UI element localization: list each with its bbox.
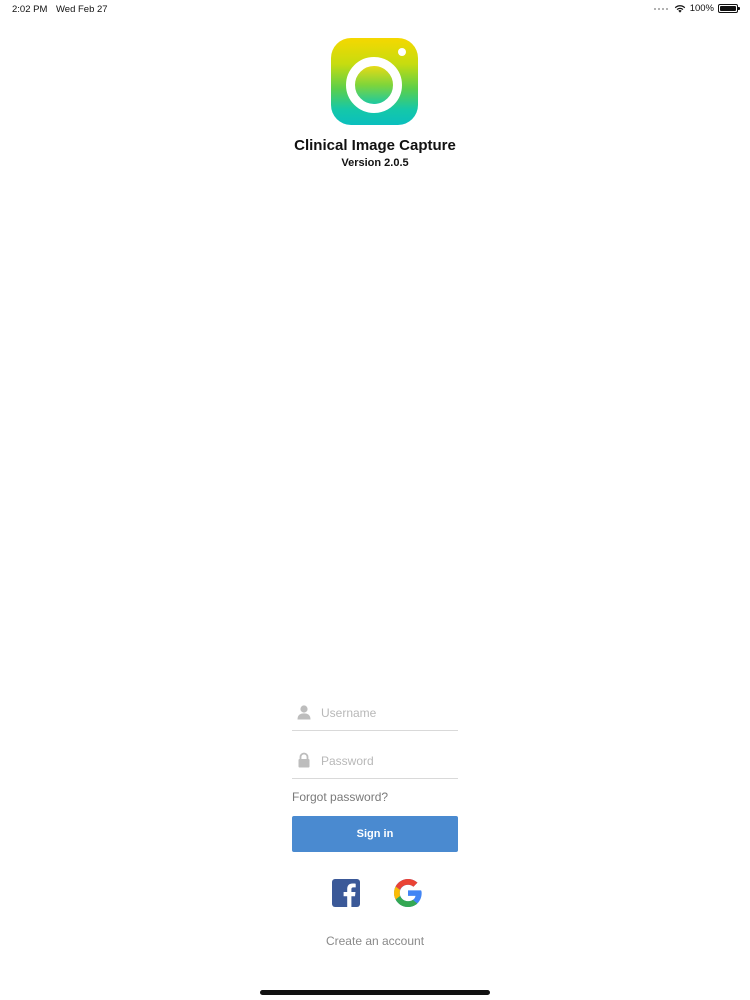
create-account-link[interactable]: Create an account — [0, 934, 750, 948]
flash-dot — [398, 48, 406, 56]
status-time: 2:02 PM — [12, 4, 48, 15]
signal-dots-icon — [653, 7, 668, 10]
status-indicators: 100% — [653, 3, 740, 14]
google-icon[interactable] — [392, 877, 424, 909]
user-icon — [297, 705, 311, 720]
status-date: Wed Feb 27 — [56, 4, 108, 15]
home-indicator[interactable] — [260, 990, 490, 995]
lens-ring — [346, 57, 402, 113]
facebook-icon[interactable] — [332, 879, 360, 907]
battery-icon — [718, 4, 740, 13]
username-input[interactable] — [321, 702, 456, 724]
app-version: Version 2.0.5 — [341, 157, 409, 169]
username-field[interactable] — [292, 700, 458, 731]
forgot-password-link[interactable]: Forgot password? — [292, 790, 388, 804]
battery-percent: 100% — [689, 3, 714, 14]
login-screen: 2:02 PM Wed Feb 27 100% Clinical Image C… — [0, 0, 750, 1000]
camera-lens-app-icon — [331, 38, 418, 125]
app-title: Clinical Image Capture — [294, 137, 456, 154]
sign-in-button[interactable]: Sign in — [292, 816, 458, 852]
wifi-icon — [674, 5, 685, 13]
password-field[interactable] — [292, 748, 458, 779]
lock-icon — [298, 752, 310, 768]
status-bar: 2:02 PM Wed Feb 27 100% — [0, 0, 750, 20]
password-input[interactable] — [321, 750, 456, 772]
